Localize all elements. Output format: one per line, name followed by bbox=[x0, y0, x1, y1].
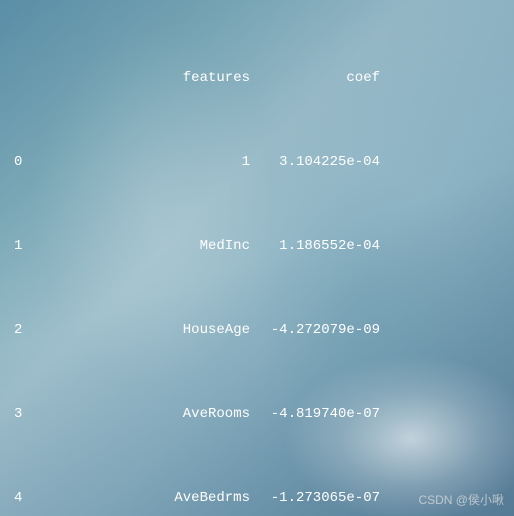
table-row: 2HouseAge-4.272079e-09 bbox=[14, 316, 500, 344]
col-features: features bbox=[50, 64, 250, 92]
table-row: 013.104225e-04 bbox=[14, 148, 500, 176]
table-header: featurescoef bbox=[14, 64, 500, 92]
console-output: featurescoef 013.104225e-04 1MedInc1.186… bbox=[0, 0, 514, 516]
table-row: 3AveRooms-4.819740e-07 bbox=[14, 400, 500, 428]
watermark: CSDN @侯小啾 bbox=[418, 488, 504, 512]
table-row: 1MedInc1.186552e-04 bbox=[14, 232, 500, 260]
col-coef: coef bbox=[250, 64, 380, 92]
